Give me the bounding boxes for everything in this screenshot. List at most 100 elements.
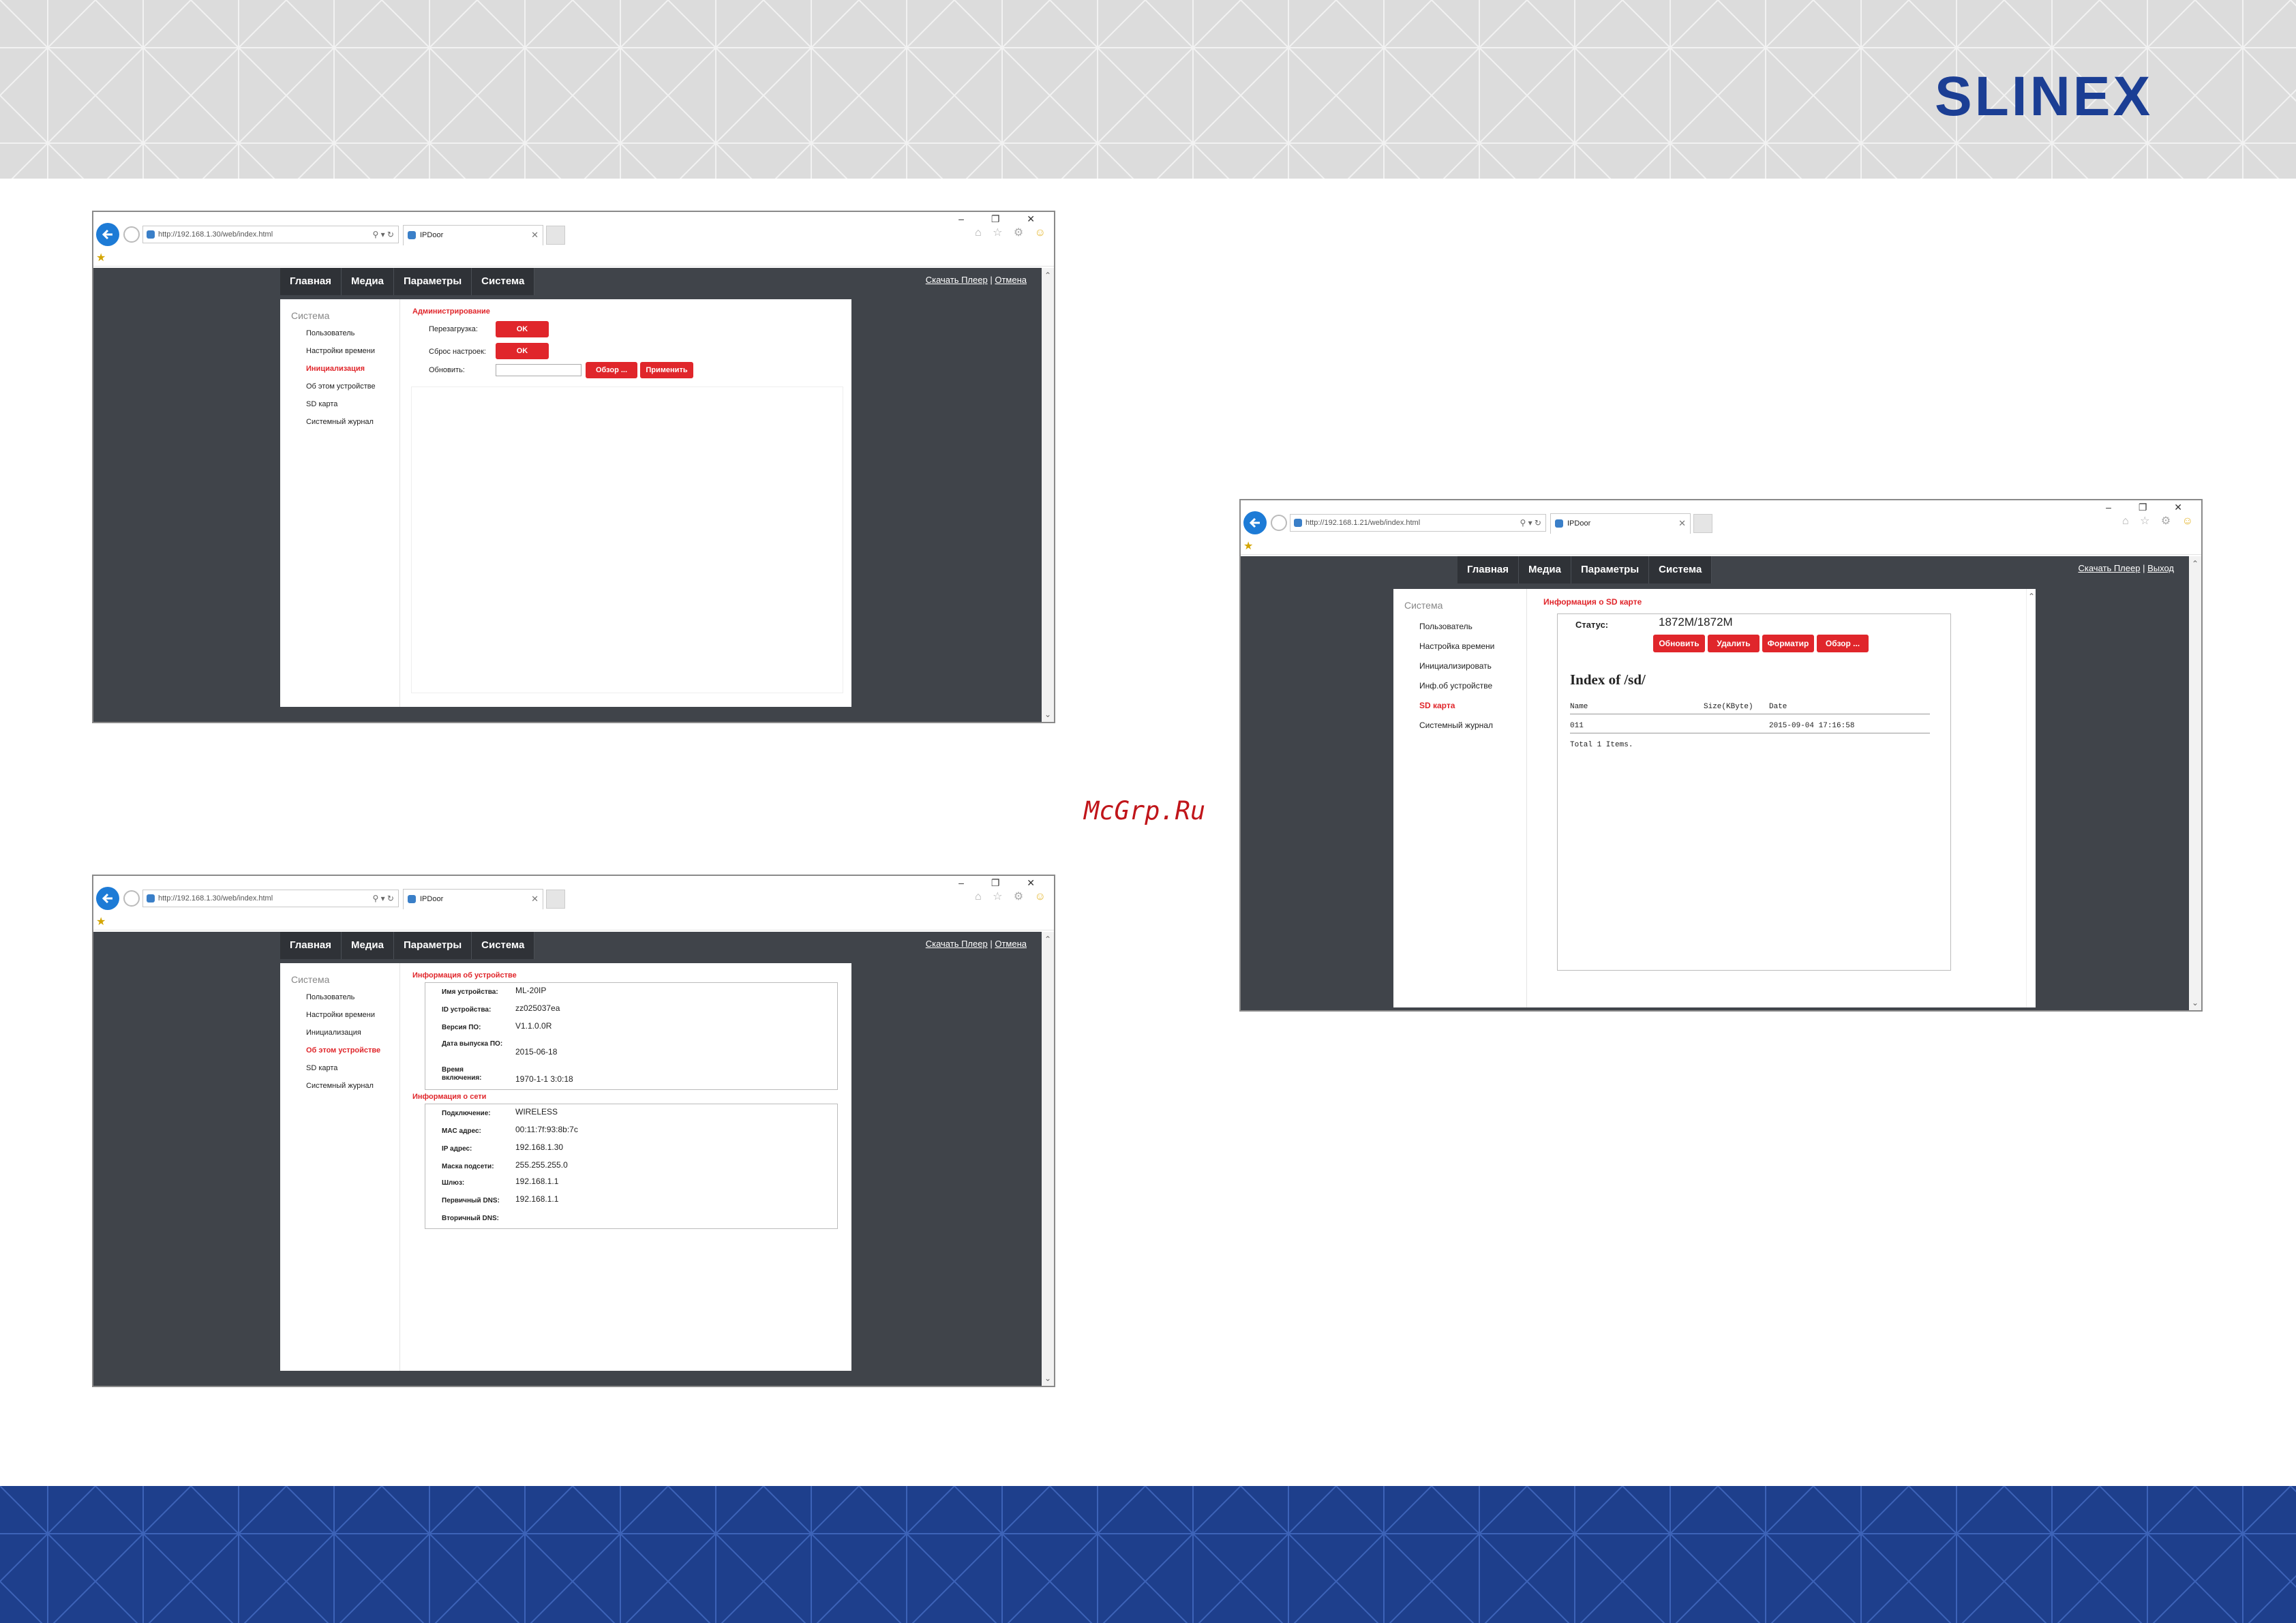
sidebar-item-log[interactable]: Системный журнал xyxy=(306,418,374,426)
nav-home[interactable]: Главная xyxy=(280,932,342,959)
sidebar-item-sd[interactable]: SD карта xyxy=(306,1064,337,1072)
row-name[interactable]: 011 xyxy=(1570,722,1584,730)
sidebar-item-user[interactable]: Пользователь xyxy=(1419,622,1472,631)
new-tab-button[interactable] xyxy=(1693,514,1712,533)
tab-ipdoor[interactable]: IPDoor ✕ xyxy=(403,225,543,245)
back-button[interactable] xyxy=(96,887,119,910)
browse-button[interactable]: Обзор ... xyxy=(1817,635,1869,652)
scroll-down-icon[interactable]: ⌄ xyxy=(1044,710,1051,719)
connection-key: Подключение: xyxy=(442,1110,491,1117)
nav-media[interactable]: Медиа xyxy=(1519,556,1571,583)
url-text: http://192.168.1.30/web/index.html xyxy=(158,894,273,902)
forward-button[interactable] xyxy=(123,226,140,243)
nav-params[interactable]: Параметры xyxy=(394,932,472,959)
window-controls[interactable]: – ❐ ✕ xyxy=(958,213,1047,225)
back-button[interactable] xyxy=(96,223,119,246)
delete-button[interactable]: Удалить xyxy=(1708,635,1759,652)
page-scrollbar[interactable]: ⌃ ⌄ xyxy=(2189,556,2201,1010)
nav-system[interactable]: Система xyxy=(1649,556,1712,583)
nav-media[interactable]: Медиа xyxy=(342,268,394,295)
scroll-up-icon[interactable]: ⌃ xyxy=(2028,592,2035,601)
forward-button[interactable] xyxy=(1271,515,1287,531)
address-bar[interactable]: http://192.168.1.30/web/index.html ⚲ ▾ ↻ xyxy=(142,890,399,907)
tab-ipdoor[interactable]: IPDoor ✕ xyxy=(403,889,543,909)
sidebar-item-about[interactable]: Об этом устройстве xyxy=(306,382,376,391)
sidebar-item-time[interactable]: Настройка времени xyxy=(1419,641,1494,651)
address-bar[interactable]: http://192.168.1.21/web/index.html ⚲ ▾ ↻ xyxy=(1290,514,1546,532)
toolbar-icons[interactable]: ⌂ ☆ ⚙ ☺ xyxy=(975,890,1050,903)
download-player-link[interactable]: Скачать Плеер xyxy=(2078,563,2140,573)
scroll-up-icon[interactable]: ⌃ xyxy=(2192,559,2199,568)
sidebar-item-log[interactable]: Системный журнал xyxy=(306,1082,374,1090)
sidebar-item-init[interactable]: Инициализировать xyxy=(1419,661,1492,671)
sidebar-item-user[interactable]: Пользователь xyxy=(306,329,354,337)
gateway-value: 192.168.1.1 xyxy=(515,1177,559,1186)
page-scrollbar[interactable]: ⌃ ⌄ xyxy=(1042,268,1054,722)
sidebar-item-sd[interactable]: SD карта xyxy=(1419,701,1455,710)
address-tools[interactable]: ⚲ ▾ ↻ xyxy=(372,226,394,243)
download-player-link[interactable]: Скачать Плеер xyxy=(926,939,988,949)
page-viewport: Главная Медиа Параметры Система Скачать … xyxy=(1241,556,2201,1010)
scroll-up-icon[interactable]: ⌃ xyxy=(1044,935,1051,944)
close-tab-icon[interactable]: ✕ xyxy=(1678,514,1686,533)
favorites-icon[interactable]: ★ xyxy=(96,251,106,264)
sidebar-item-log[interactable]: Системный журнал xyxy=(1419,721,1493,730)
nav-home[interactable]: Главная xyxy=(1457,556,1520,583)
favorites-icon[interactable]: ★ xyxy=(1243,539,1253,553)
status-value: 1872M/1872M xyxy=(1659,616,1733,628)
nav-params[interactable]: Параметры xyxy=(394,268,472,295)
sidebar-item-time[interactable]: Настройки времени xyxy=(306,1011,375,1019)
nav-system[interactable]: Система xyxy=(472,268,535,295)
sidebar-item-about[interactable]: Об этом устройстве xyxy=(306,1046,380,1055)
back-button[interactable] xyxy=(1243,511,1267,534)
reboot-ok-button[interactable]: OK xyxy=(496,321,549,337)
sidebar-item-time[interactable]: Настройки времени xyxy=(306,347,375,355)
browse-button[interactable]: Обзор ... xyxy=(586,362,637,378)
tab-ipdoor[interactable]: IPDoor ✕ xyxy=(1550,513,1691,534)
close-tab-icon[interactable]: ✕ xyxy=(531,890,539,909)
smiley-icon[interactable]: ☺ xyxy=(1035,891,1050,902)
scroll-down-icon[interactable]: ⌄ xyxy=(2192,998,2199,1007)
apply-button[interactable]: Применить xyxy=(640,362,693,378)
sidebar-item-init[interactable]: Инициализация xyxy=(306,1029,361,1037)
content-scrollbar[interactable]: ⌃ xyxy=(2026,589,2036,1007)
close-tab-icon[interactable]: ✕ xyxy=(531,226,539,245)
sidebar-item-user[interactable]: Пользователь xyxy=(306,993,354,1001)
scroll-up-icon[interactable]: ⌃ xyxy=(1044,271,1051,280)
address-bar[interactable]: http://192.168.1.30/web/index.html ⚲ ▾ ↻ xyxy=(142,226,399,243)
home-star-gear-icons[interactable]: ⌂ ☆ ⚙ xyxy=(2122,515,2175,527)
home-star-gear-icons[interactable]: ⌂ ☆ ⚙ xyxy=(975,227,1027,239)
sidebar-item-init[interactable]: Инициализация xyxy=(306,365,365,373)
reset-ok-button[interactable]: OK xyxy=(496,343,549,359)
window-controls[interactable]: – ❐ ✕ xyxy=(2106,502,2194,513)
toolbar-icons[interactable]: ⌂ ☆ ⚙ ☺ xyxy=(975,226,1050,239)
smiley-icon[interactable]: ☺ xyxy=(1035,227,1050,239)
smiley-icon[interactable]: ☺ xyxy=(2182,515,2197,527)
toolbar-icons[interactable]: ⌂ ☆ ⚙ ☺ xyxy=(2122,514,2197,528)
home-star-gear-icons[interactable]: ⌂ ☆ ⚙ xyxy=(975,891,1027,902)
sidebar-item-about[interactable]: Инф.об устройстве xyxy=(1419,681,1492,691)
logout-link[interactable]: Выход xyxy=(2147,563,2174,573)
uptime-value: 1970-1-1 3:0:18 xyxy=(515,1074,573,1084)
address-tools[interactable]: ⚲ ▾ ↻ xyxy=(372,890,394,907)
nav-media[interactable]: Медиа xyxy=(342,932,394,959)
page-icon xyxy=(147,894,155,902)
cancel-link[interactable]: Отмена xyxy=(995,275,1027,285)
new-tab-button[interactable] xyxy=(546,890,565,909)
download-player-link[interactable]: Скачать Плеер xyxy=(926,275,988,285)
sidebar-item-sd[interactable]: SD карта xyxy=(306,400,337,408)
refresh-button[interactable]: Обновить xyxy=(1653,635,1705,652)
forward-button[interactable] xyxy=(123,890,140,907)
page-scrollbar[interactable]: ⌃ ⌄ xyxy=(1042,932,1054,1386)
nav-home[interactable]: Главная xyxy=(280,268,342,295)
cancel-link[interactable]: Отмена xyxy=(995,939,1027,949)
nav-params[interactable]: Параметры xyxy=(1571,556,1650,583)
format-button[interactable]: Форматир xyxy=(1762,635,1814,652)
window-controls[interactable]: – ❐ ✕ xyxy=(958,877,1047,889)
favorites-icon[interactable]: ★ xyxy=(96,915,106,928)
new-tab-button[interactable] xyxy=(546,226,565,245)
address-tools[interactable]: ⚲ ▾ ↻ xyxy=(1520,515,1541,531)
nav-system[interactable]: Система xyxy=(472,932,535,959)
scroll-down-icon[interactable]: ⌄ xyxy=(1044,1374,1051,1383)
firmware-file-input[interactable] xyxy=(496,364,581,376)
